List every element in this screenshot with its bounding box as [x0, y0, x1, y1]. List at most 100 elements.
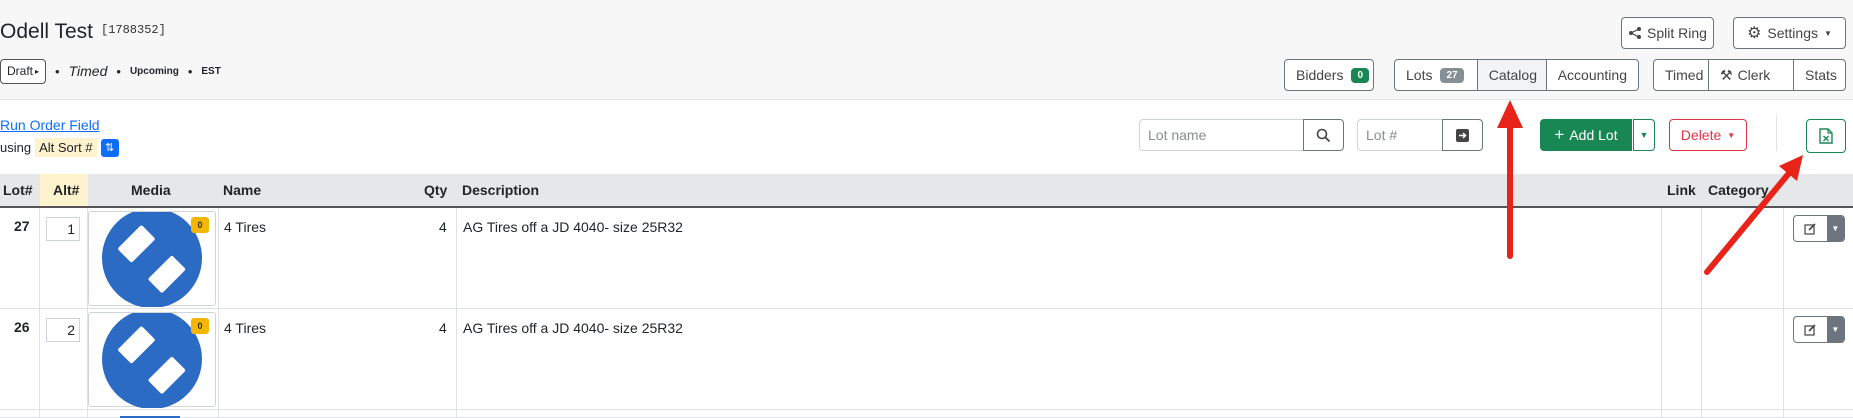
share-icon: [1629, 27, 1642, 39]
lot-qty: 4: [439, 219, 447, 235]
bidders-group: Bidders 0: [1284, 59, 1374, 91]
draft-status-button[interactable]: Draft ▸: [0, 58, 47, 84]
separator-dot: •: [116, 63, 121, 79]
nav-clerk[interactable]: ⚒ Clerk: [1708, 60, 1793, 90]
lot-thumbnail[interactable]: 0: [88, 309, 216, 409]
tools-nav-group: Timed ⚒ Clerk Stats: [1653, 59, 1846, 91]
delete-button[interactable]: Delete ▼: [1669, 119, 1747, 151]
edit-lot-group: ▼: [1793, 316, 1845, 343]
table-row: 27 1 0 4 Tires 4 AG Tires off a JD 4040-…: [0, 208, 1853, 309]
col-description[interactable]: Description: [462, 174, 539, 206]
lots-nav-group: Lots 27 Catalog Accounting: [1394, 59, 1639, 91]
status-row: Draft ▸ • Timed • Upcoming • EST: [0, 58, 221, 84]
column-divider: [1661, 208, 1662, 418]
split-ring-label: Split Ring: [1647, 25, 1707, 41]
draft-label: Draft: [7, 64, 34, 78]
media-count-badge: 0: [191, 217, 209, 233]
alt-number-input[interactable]: 2: [46, 318, 80, 342]
col-name[interactable]: Name: [223, 174, 261, 206]
lot-description: AG Tires off a JD 4040- size 25R32: [463, 219, 683, 235]
gavel-icon: ⚒: [1720, 66, 1733, 83]
edit-lot-button[interactable]: [1794, 216, 1827, 241]
lot-name-input[interactable]: Lot name: [1139, 119, 1304, 151]
export-excel-button[interactable]: [1806, 119, 1846, 153]
lot-name: 4 Tires: [224, 320, 267, 336]
column-divider: [218, 208, 219, 418]
table-row: 26 2 0 4 Tires 4 AG Tires off a JD 4040-…: [0, 309, 1853, 410]
col-alt[interactable]: Alt#: [53, 174, 79, 206]
alt-number-input[interactable]: 1: [46, 217, 80, 241]
nav-lots[interactable]: Lots 27: [1395, 60, 1477, 90]
table-row: [0, 410, 1853, 418]
edit-dropdown-toggle[interactable]: ▼: [1826, 216, 1844, 241]
nav-bidders[interactable]: Bidders 0: [1285, 60, 1373, 90]
run-order-field-link[interactable]: Run Order Field: [0, 117, 100, 133]
plus-icon: +: [1554, 125, 1565, 144]
settings-label: Settings: [1767, 25, 1818, 41]
column-divider: [456, 208, 457, 418]
excel-file-icon: [1819, 128, 1833, 144]
sort-field-label: Alt Sort #: [35, 138, 97, 157]
auction-title: Odell Test: [0, 20, 93, 43]
lot-qty: 4: [439, 320, 447, 336]
nav-bidders-label: Bidders: [1296, 67, 1344, 83]
add-lot-button[interactable]: + Add Lot: [1540, 119, 1632, 151]
settings-button[interactable]: ⚙ Settings ▼: [1733, 17, 1846, 49]
add-lot-label: Add Lot: [1569, 127, 1618, 143]
sort-direction-icon[interactable]: ⇅: [100, 138, 119, 157]
auction-id: [1788352]: [101, 23, 166, 37]
chevron-down-icon: ▼: [1727, 130, 1736, 140]
gear-icon: ⚙: [1747, 25, 1762, 42]
column-divider: [87, 208, 88, 418]
column-divider: [39, 208, 40, 418]
separator-dot: •: [55, 63, 60, 79]
column-divider: [1783, 208, 1784, 418]
status-upcoming: Upcoming: [129, 65, 179, 77]
nav-lots-label: Lots: [1406, 67, 1433, 83]
lot-number: 27: [14, 218, 30, 234]
col-media: Media: [131, 182, 171, 198]
edit-icon: [1804, 223, 1816, 235]
separator-dot: •: [187, 63, 193, 79]
nav-accounting[interactable]: Accounting: [1545, 60, 1638, 90]
col-category[interactable]: Category: [1708, 174, 1769, 206]
edit-icon: [1804, 324, 1816, 336]
nav-timed[interactable]: Timed: [1654, 60, 1708, 90]
lot-description: AG Tires off a JD 4040- size 25R32: [463, 320, 683, 336]
search-icon: [1316, 128, 1331, 142]
add-lot-dropdown[interactable]: ▼: [1633, 119, 1655, 151]
column-divider: [1701, 208, 1702, 418]
col-link: Link: [1667, 182, 1696, 198]
chevron-down-icon: ▼: [1831, 224, 1840, 233]
search-button[interactable]: [1303, 119, 1344, 151]
go-to-lot-button[interactable]: [1442, 119, 1483, 151]
arrow-right-square-icon: [1456, 128, 1469, 142]
table-header: Lot# Alt# Media Name Qty Description Lin…: [0, 174, 1853, 208]
lot-number-input[interactable]: Lot #: [1357, 119, 1443, 151]
media-count-badge: 0: [191, 318, 209, 334]
chevron-down-icon: ▼: [1831, 325, 1840, 334]
bidders-count-badge: 0: [1351, 67, 1370, 83]
using-label: using: [0, 140, 32, 155]
lot-name: 4 Tires: [224, 219, 267, 235]
nav-stats[interactable]: Stats: [1793, 60, 1845, 90]
lots-count-badge: 27: [1440, 67, 1464, 83]
status-timezone: EST: [201, 65, 221, 77]
chevron-down-icon: ▼: [1824, 28, 1832, 38]
nav-clerk-label: Clerk: [1737, 67, 1771, 83]
sort-using: using Alt Sort # ⇅: [0, 138, 119, 157]
col-lot[interactable]: Lot#: [3, 174, 33, 206]
lot-number: 26: [14, 319, 30, 335]
chevron-down-icon: ▼: [1639, 130, 1649, 140]
col-qty[interactable]: Qty: [424, 174, 447, 206]
split-ring-button[interactable]: Split Ring: [1621, 17, 1714, 49]
edit-lot-button[interactable]: [1794, 317, 1827, 342]
nav-catalog[interactable]: Catalog: [1476, 60, 1546, 90]
caret-right-icon: ▸: [35, 66, 40, 76]
lot-thumbnail[interactable]: 0: [88, 208, 216, 308]
toolbar-divider: [1776, 115, 1777, 151]
edit-lot-group: ▼: [1793, 215, 1845, 242]
edit-dropdown-toggle[interactable]: ▼: [1826, 317, 1844, 342]
delete-label: Delete: [1680, 127, 1722, 143]
status-timed: Timed: [68, 63, 108, 79]
